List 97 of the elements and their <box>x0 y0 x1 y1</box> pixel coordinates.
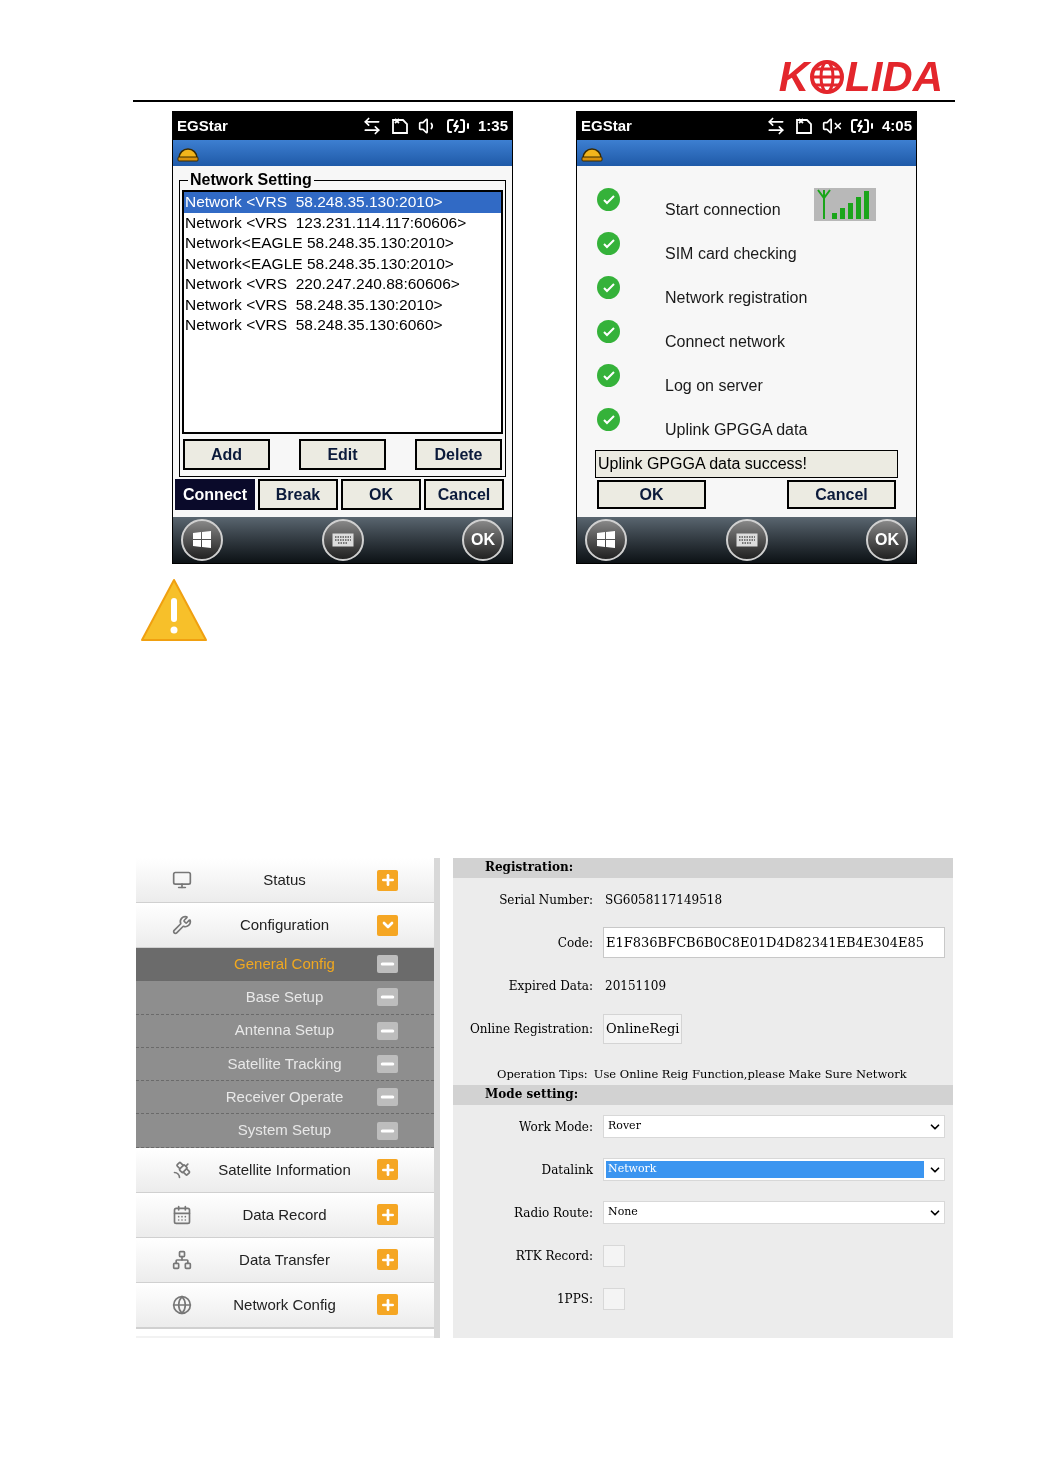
collapse-toggle-icon[interactable] <box>377 914 398 936</box>
expand-toggle-icon[interactable] <box>377 1294 398 1316</box>
list-button[interactable]: Delete <box>415 439 502 470</box>
ok-button[interactable]: OK <box>866 519 908 561</box>
minus-icon <box>377 988 398 1007</box>
dropdown-value: Network <box>606 1161 924 1178</box>
dropdown-value: Rover <box>607 1118 642 1134</box>
minus-icon <box>377 1055 398 1074</box>
ok-button[interactable]: OK <box>462 519 504 561</box>
dropdown[interactable]: Rover <box>603 1115 945 1138</box>
clock: 1:35 <box>477 115 508 136</box>
sidebar-item-label: Network Config <box>232 1294 337 1315</box>
network-list-item[interactable]: Network<EAGLE 58.248.35.130:2010> <box>184 253 501 274</box>
network-list-item[interactable]: Network <VRS 220.247.240.88:60606> <box>184 274 501 295</box>
sidebar-item-label: Satellite Information <box>217 1159 352 1180</box>
minus-icon <box>377 1088 398 1107</box>
sidebar-item[interactable]: Data Transfer <box>136 1237 434 1283</box>
sidebar-item-label: Data Transfer <box>238 1249 331 1270</box>
warning-icon <box>140 578 208 642</box>
network-list-item[interactable]: Network <VRS 58.248.35.130:2010> <box>184 294 501 315</box>
step-label: Network registration <box>665 288 808 308</box>
field-label: Expired Data: <box>507 977 594 995</box>
satellite-icon <box>172 1159 192 1180</box>
field-label: Operation Tips: <box>497 1065 589 1083</box>
app-title: EGStar <box>581 115 633 136</box>
dropdown[interactable]: None <box>603 1201 945 1224</box>
company-logo: K LIDA <box>778 56 943 98</box>
group-title: Network Setting <box>188 170 314 190</box>
sim-card-icon <box>389 116 410 136</box>
globe-icon <box>172 1294 192 1315</box>
code-field[interactable]: E1F836BFCB6B0C8E01D4D82341EB4E304E85 <box>603 927 945 958</box>
list-button[interactable]: Edit <box>299 439 386 470</box>
keyboard-button[interactable] <box>725 519 768 561</box>
clock: 4:05 <box>881 115 912 136</box>
network-list-item[interactable]: Network<EAGLE 58.248.35.130:2010> <box>184 233 501 254</box>
app-title: EGStar <box>177 115 229 136</box>
step-label: Uplink GPGGA data <box>665 420 808 440</box>
action-button[interactable]: OK <box>341 479 421 510</box>
keyboard-icon <box>331 533 354 547</box>
step-label: Log on server <box>665 376 763 396</box>
field-label: Serial Number: <box>498 891 594 909</box>
checkbox[interactable] <box>603 1244 625 1267</box>
keyboard-icon <box>735 533 758 547</box>
dialog-button[interactable]: OK <box>597 480 706 509</box>
dropdown-value: None <box>607 1204 639 1220</box>
action-button[interactable]: Break <box>258 479 338 510</box>
field-label: Online Registration: <box>468 1020 594 1038</box>
sidebar-item[interactable]: Status <box>136 858 434 903</box>
expand-toggle-icon[interactable] <box>377 869 398 891</box>
signal-strength-icon <box>814 188 876 221</box>
dialog-button[interactable]: Cancel <box>787 480 896 509</box>
list-button[interactable]: Add <box>183 439 270 470</box>
field-label: Work Mode: <box>518 1118 594 1136</box>
start-icon <box>595 529 617 551</box>
start-button[interactable] <box>181 519 223 561</box>
sidebar-item[interactable]: Network Config <box>136 1282 434 1328</box>
expand-toggle-icon[interactable] <box>377 1249 398 1271</box>
network-list-item[interactable]: Network <VRS 58.248.35.130:6060> <box>184 315 501 336</box>
sidebar-item-label: Data Record <box>241 1204 328 1225</box>
field-label: Radio Route: <box>513 1204 594 1222</box>
monitor-icon <box>172 870 192 890</box>
expand-toggle-icon[interactable] <box>377 1159 398 1181</box>
minus-icon <box>377 1121 398 1140</box>
calendar-icon <box>172 1204 192 1225</box>
checkbox[interactable] <box>603 1287 625 1310</box>
sidebar-item-label: Configuration <box>238 914 331 935</box>
field-value: SG6058117149518 <box>604 891 723 909</box>
sidebar-item[interactable]: Data Record <box>136 1192 434 1238</box>
field-value: 20151109 <box>604 977 667 995</box>
action-button[interactable]: Connect <box>175 479 255 510</box>
keyboard-button[interactable] <box>321 519 364 561</box>
sidebar-item-label: Status <box>262 869 307 890</box>
step-label: Start connection <box>665 200 781 220</box>
field-label: Datalink <box>540 1161 594 1179</box>
message-field: Uplink GPGGA data success! <box>595 450 898 478</box>
expand-toggle-icon[interactable] <box>377 1204 398 1226</box>
sidebar-item[interactable]: Satellite Information <box>136 1147 434 1193</box>
online-registration-button[interactable]: OnlineRegi <box>603 1013 683 1044</box>
network-icon <box>172 1249 192 1270</box>
section-header: Mode setting: <box>453 1085 953 1105</box>
sim-card-icon <box>793 116 814 136</box>
step-label: SIM card checking <box>665 244 797 264</box>
field-label: RTK Record: <box>514 1247 594 1265</box>
minus-icon <box>377 1021 398 1040</box>
start-button[interactable] <box>585 519 627 561</box>
network-list-item[interactable]: Network <VRS 123.231.114.117:60606> <box>184 212 501 233</box>
sidebar-item[interactable]: Configuration <box>136 903 434 948</box>
operation-tips: Use Online Reig Function,please Make Sure Network <box>593 1065 907 1083</box>
minus-icon <box>377 955 398 974</box>
step-label: Connect network <box>665 332 786 352</box>
action-button[interactable]: Cancel <box>424 479 504 510</box>
tools-icon <box>172 915 192 935</box>
network-list-item[interactable]: Network <VRS 58.248.35.130:2010> <box>184 192 501 213</box>
field-label: 1PPS: <box>555 1290 594 1308</box>
section-header: Registration: <box>453 858 953 878</box>
start-icon <box>191 529 213 551</box>
field-label: Code: <box>556 934 594 952</box>
